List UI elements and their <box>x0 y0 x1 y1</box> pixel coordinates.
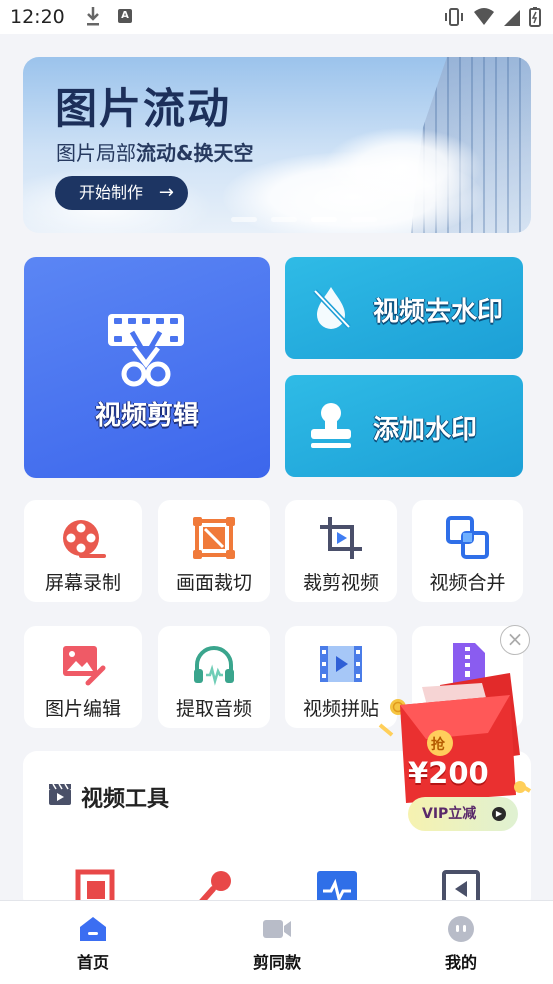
status-icons <box>443 6 541 28</box>
app-notification-icon: A <box>118 9 132 23</box>
frame-crop-tool[interactable]: 画面裁切 <box>158 500 270 602</box>
banner-cloud <box>323 127 483 207</box>
tool-label: 屏幕录制 <box>44 572 121 594</box>
play-icon: ▶ <box>492 807 506 821</box>
pager-dot[interactable] <box>351 217 377 222</box>
status-time: 12:20 <box>10 6 65 28</box>
pager-dot[interactable] <box>271 217 297 222</box>
video-tools-title: 视频工具 <box>81 787 170 812</box>
nav-home-label: 首页 <box>76 953 109 972</box>
banner-subtitle: 图片局部流动&换天空 <box>56 141 254 165</box>
nav-template[interactable]: 剪同款 <box>227 915 327 973</box>
add-watermark-label: 添加水印 <box>373 415 478 445</box>
vip-label: VIP立减 <box>422 806 477 822</box>
battery-icon <box>529 7 541 27</box>
nav-template-label: 剪同款 <box>252 953 301 972</box>
image-edit-tool[interactable]: 图片编辑 <box>24 626 142 728</box>
start-making-button[interactable]: 开始制作 → <box>55 176 188 210</box>
video-edit-label: 视频剪辑 <box>94 401 199 431</box>
wifi-icon <box>474 8 494 25</box>
nav-me-label: 我的 <box>444 953 477 972</box>
grab-badge: 抢 <box>431 737 445 753</box>
screen-record-tool[interactable]: 屏幕录制 <box>24 500 142 602</box>
arrow-right-icon: → <box>158 182 174 203</box>
trim-video-tool[interactable]: 裁剪视频 <box>285 500 397 602</box>
promo-amount: ¥200 <box>408 756 489 790</box>
status-bar: 12:20 A <box>0 0 553 34</box>
merge-video-tool[interactable]: 视频合并 <box>412 500 523 602</box>
tool-label: 画面裁切 <box>175 572 252 594</box>
banner-pager <box>231 217 377 222</box>
film-scissors-icon <box>108 314 184 387</box>
video-edit-tile[interactable]: 视频剪辑 <box>24 257 270 478</box>
tool-label: 提取音频 <box>175 698 252 720</box>
home-icon <box>80 917 106 941</box>
crop-icon <box>320 517 362 559</box>
pager-dot-active[interactable] <box>311 217 337 222</box>
promo-banner[interactable]: 图片流动 图片局部流动&换天空 开始制作 → <box>23 57 531 233</box>
extract-audio-tool[interactable]: 提取音频 <box>158 626 270 728</box>
add-watermark-tile[interactable]: 添加水印 <box>285 375 523 477</box>
stamp-icon <box>311 403 351 448</box>
promo-red-packet[interactable]: × 抢 ¥200 VIP立减 ▶ <box>370 625 540 835</box>
tool-label: 视频合并 <box>429 572 506 594</box>
pager-dot[interactable] <box>231 217 257 222</box>
nav-me[interactable]: 我的 <box>411 915 511 973</box>
no-watermark-icon <box>313 287 351 329</box>
video-camera-icon <box>263 920 291 938</box>
cta-label: 开始制作 <box>79 183 144 202</box>
download-icon <box>87 7 99 26</box>
image-edit-icon <box>63 646 106 686</box>
vibrate-icon <box>445 8 463 26</box>
close-icon[interactable]: × <box>500 625 530 655</box>
merge-icon <box>445 516 489 559</box>
banner-title: 图片流动 <box>55 84 232 133</box>
bottom-nav: 首页 剪同款 我的 <box>0 900 553 984</box>
tool-label: 裁剪视频 <box>302 572 379 594</box>
tool-label: 图片编辑 <box>44 698 121 720</box>
profile-face-icon <box>448 916 474 942</box>
vip-discount-button[interactable]: VIP立减 ▶ <box>408 797 518 831</box>
remove-watermark-tile[interactable]: 视频去水印 <box>285 257 523 359</box>
nav-home[interactable]: 首页 <box>43 915 143 973</box>
remove-watermark-label: 视频去水印 <box>373 297 504 327</box>
signal-icon <box>504 10 520 26</box>
crop-frame-icon <box>193 517 235 559</box>
clapperboard-icon <box>49 783 71 805</box>
headphones-icon <box>194 646 234 686</box>
video-collage-icon <box>320 646 362 682</box>
film-reel-icon <box>63 520 106 558</box>
